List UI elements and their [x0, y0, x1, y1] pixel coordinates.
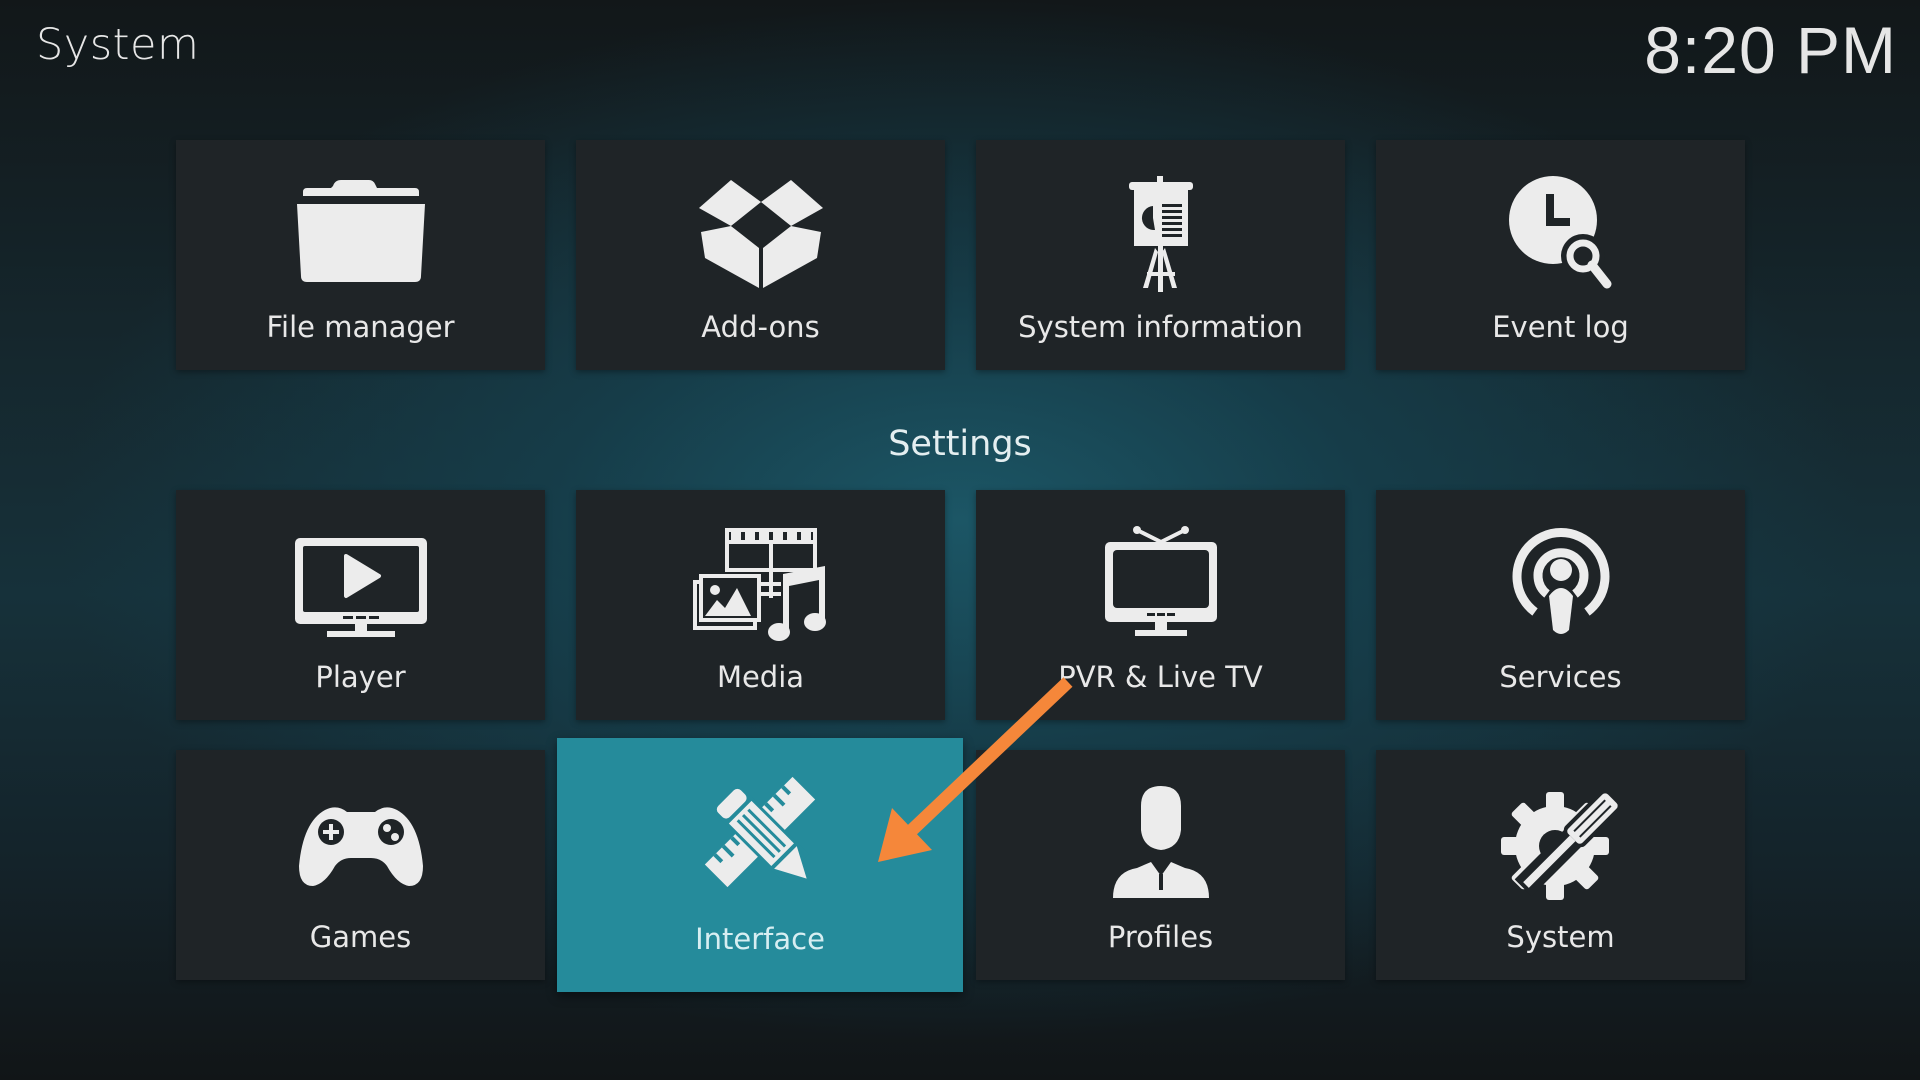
tile-system-information[interactable]: System information: [976, 140, 1345, 370]
settings-section-title: Settings: [888, 424, 1032, 464]
gamepad-icon: [291, 786, 431, 902]
tile-label: Games: [309, 920, 412, 954]
folder-icon: [291, 176, 431, 292]
tile-label: Interface: [695, 922, 825, 956]
tile-media[interactable]: Media: [576, 490, 945, 720]
tile-label: Player: [315, 660, 406, 694]
clock-search-icon: [1491, 176, 1631, 292]
user-silhouette-icon: [1091, 786, 1231, 902]
tile-interface[interactable]: Interface: [557, 738, 963, 992]
tile-file-manager[interactable]: File manager: [176, 140, 545, 370]
tv-antenna-icon: [1091, 526, 1231, 642]
tile-label: System information: [1018, 310, 1303, 344]
window-title: System: [36, 20, 200, 70]
presentation-easel-icon: [1091, 176, 1231, 292]
clock: 8:20 PM: [1644, 13, 1897, 87]
tile-label: Media: [716, 660, 805, 694]
monitor-play-icon: [291, 526, 431, 642]
open-box-icon: [691, 176, 831, 292]
tile-pvr-live-tv[interactable]: PVR & Live TV: [976, 490, 1345, 720]
tile-label: File manager: [266, 310, 455, 344]
tile-label: Add-ons: [701, 310, 820, 344]
tile-system[interactable]: System: [1376, 750, 1745, 980]
tile-add-ons[interactable]: Add-ons: [576, 140, 945, 370]
tile-label: Event log: [1492, 310, 1629, 344]
broadcast-person-icon: [1491, 526, 1631, 642]
tile-profiles[interactable]: Profiles: [976, 750, 1345, 980]
tile-label: Profiles: [1107, 920, 1214, 954]
media-film-photo-music-icon: [691, 526, 831, 642]
tile-player[interactable]: Player: [176, 490, 545, 720]
tile-games[interactable]: Games: [176, 750, 545, 980]
tile-label: PVR & Live TV: [1058, 660, 1263, 694]
pencil-ruler-icon: [690, 774, 830, 890]
tile-event-log[interactable]: Event log: [1376, 140, 1745, 370]
tile-label: System: [1506, 920, 1615, 954]
gear-screwdriver-icon: [1491, 786, 1631, 902]
tile-label: Services: [1499, 660, 1622, 694]
tile-services[interactable]: Services: [1376, 490, 1745, 720]
